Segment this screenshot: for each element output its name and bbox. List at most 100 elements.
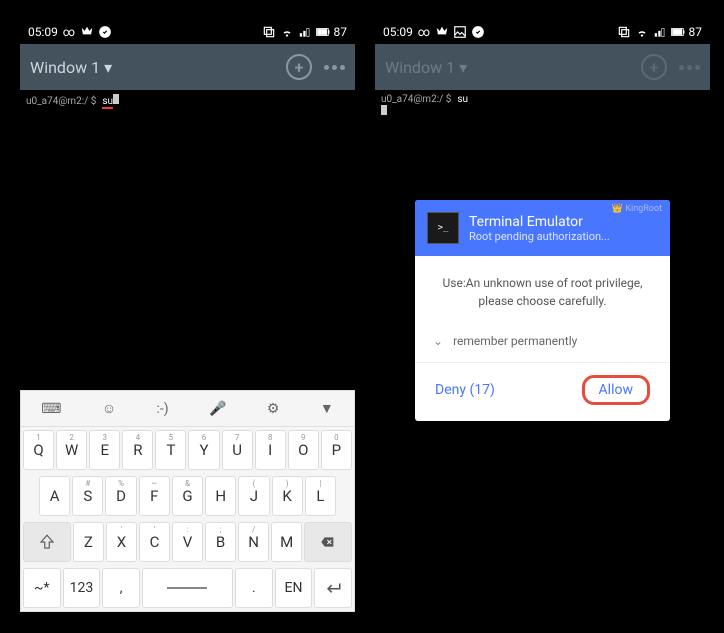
key-o[interactable]: 9O [288,430,319,470]
terminal-titlebar: Window 1 ▾ + [20,44,355,90]
infinity-icon: ∞ [417,25,431,39]
infinity-icon: ∞ [62,25,76,39]
comma-key[interactable]: , [102,568,140,608]
status-bar: 05:09 ∞ 87 [20,20,355,44]
key-g[interactable]: &G [172,476,203,516]
terminal-prompt: u0_a74@m2:/ $ [26,96,96,107]
signal-icon [653,25,667,39]
status-time: 05:09 [28,25,58,39]
terminal-output[interactable]: u0_a74@m2:/ $ su [20,90,355,111]
menu-button[interactable] [679,65,700,70]
key-w[interactable]: 2W [56,430,87,470]
numbers-key[interactable]: 123 [63,568,101,608]
key-i[interactable]: 8I [255,430,286,470]
keyboard-switch-icon[interactable]: ⌨ [41,401,61,417]
check-icon [98,25,112,39]
cursor [381,105,387,115]
period-key[interactable]: . [235,568,273,608]
emoji-icon[interactable]: ☺ [102,400,116,417]
allow-button[interactable]: Allow [582,375,650,405]
key-y[interactable]: 6Y [188,430,219,470]
key-h[interactable]: H [205,476,236,516]
menu-button[interactable] [324,65,345,70]
window-dropdown[interactable]: Window 1 ▾ [30,58,112,77]
key-f[interactable]: ~F [139,476,170,516]
key-r[interactable]: 4R [122,430,153,470]
key-n[interactable]: /N [238,522,269,562]
shift-key[interactable] [23,522,71,562]
terminal-output[interactable]: u0_a74@m2:/ $ su [375,90,710,122]
window-title: Window 1 [30,58,100,77]
dialog-actions: Deny (17) Allow [415,362,670,421]
key-u[interactable]: 7U [222,430,253,470]
remember-label: remember permanently [453,334,577,348]
signal-icon [298,25,312,39]
key-q[interactable]: 1Q [23,430,54,470]
keyboard-row: ~* 123 , . EN [21,565,354,611]
status-bar: 05:09 ∞ 87 [375,20,710,44]
dialog-body: Use:An unknown use of root privilege, pl… [415,256,670,328]
deny-button[interactable]: Deny (17) [435,375,495,405]
window-dropdown[interactable]: Window 1 ▾ [385,58,467,77]
keyboard-row: Z'X'C:V;B/NM [21,519,354,565]
add-window-button[interactable]: + [286,54,312,80]
check-icon [471,25,485,39]
backspace-key[interactable] [304,522,352,562]
phone-screen-right: 05:09 ∞ 87 Window 1 ▾ + u0_a74@m2:/ $ su [375,20,710,122]
copy-icon [262,25,276,39]
key-v[interactable]: :V [172,522,203,562]
key-b[interactable]: ;B [205,522,236,562]
symbols-key[interactable]: ~* [23,568,61,608]
key-l[interactable]: |L [305,476,336,516]
space-key[interactable] [142,568,233,608]
key-a[interactable]: A [39,476,70,516]
key-d[interactable]: %D [105,476,136,516]
emoticon-icon[interactable]: :-) [157,401,169,417]
status-time: 05:09 [383,25,413,39]
terminal-command: su [102,96,113,109]
battery-percent: 87 [334,25,348,39]
battery-percent: 87 [689,25,703,39]
key-j[interactable]: (J [238,476,269,516]
remember-option[interactable]: ⌄ remember permanently [415,328,670,362]
dialog-subtitle: Root pending authorization... [469,230,610,243]
wifi-icon [635,25,649,39]
crown-icon [80,25,94,39]
dialog-brand: 👑 KingRoot [612,204,662,214]
root-permission-dialog: 👑 KingRoot >_ Terminal Emulator Root pen… [415,200,670,421]
battery-icon [671,25,685,39]
keyboard-row: A#S%D~F&GH(J)K|L [21,473,354,519]
wifi-icon [280,25,294,39]
image-icon [453,25,467,39]
key-k[interactable]: )K [272,476,303,516]
keyboard-toolbar: ⌨ ☺ :-) 🎤 ⚙ ▼ [21,391,354,427]
key-s[interactable]: #S [72,476,103,516]
hide-keyboard-icon[interactable]: ▼ [320,400,334,417]
keyboard-row: 1Q2W3E4R5T6Y7U8I9O0P [21,427,354,473]
chevron-down-icon: ▾ [104,58,112,77]
dialog-header: 👑 KingRoot >_ Terminal Emulator Root pen… [415,200,670,256]
window-title: Window 1 [385,58,455,77]
settings-icon[interactable]: ⚙ [267,401,280,417]
mic-icon[interactable]: 🎤 [209,401,226,417]
cursor [113,94,119,104]
key-m[interactable]: M [271,522,302,562]
terminal-prompt: u0_a74@m2:/ $ [381,94,451,105]
copy-icon [617,25,631,39]
language-key[interactable]: EN [275,568,313,608]
onscreen-keyboard: ⌨ ☺ :-) 🎤 ⚙ ▼ 1Q2W3E4R5T6Y7U8I9O0P A#S%D… [20,390,355,612]
key-x[interactable]: 'X [106,522,137,562]
key-z[interactable]: Z [73,522,104,562]
key-t[interactable]: 5T [155,430,186,470]
add-window-button[interactable]: + [641,54,667,80]
key-e[interactable]: 3E [89,430,120,470]
key-p[interactable]: 0P [321,430,352,470]
dialog-title: Terminal Emulator [469,214,610,230]
key-c[interactable]: 'C [139,522,170,562]
terminal-app-icon: >_ [427,212,459,244]
chevron-down-icon: ⌄ [433,334,443,348]
enter-key[interactable] [314,568,352,608]
crown-icon [435,25,449,39]
phone-screen-left: 05:09 ∞ 87 Window 1 ▾ + u0_a74@m2:/ $ su [20,20,355,111]
chevron-down-icon: ▾ [459,58,467,77]
